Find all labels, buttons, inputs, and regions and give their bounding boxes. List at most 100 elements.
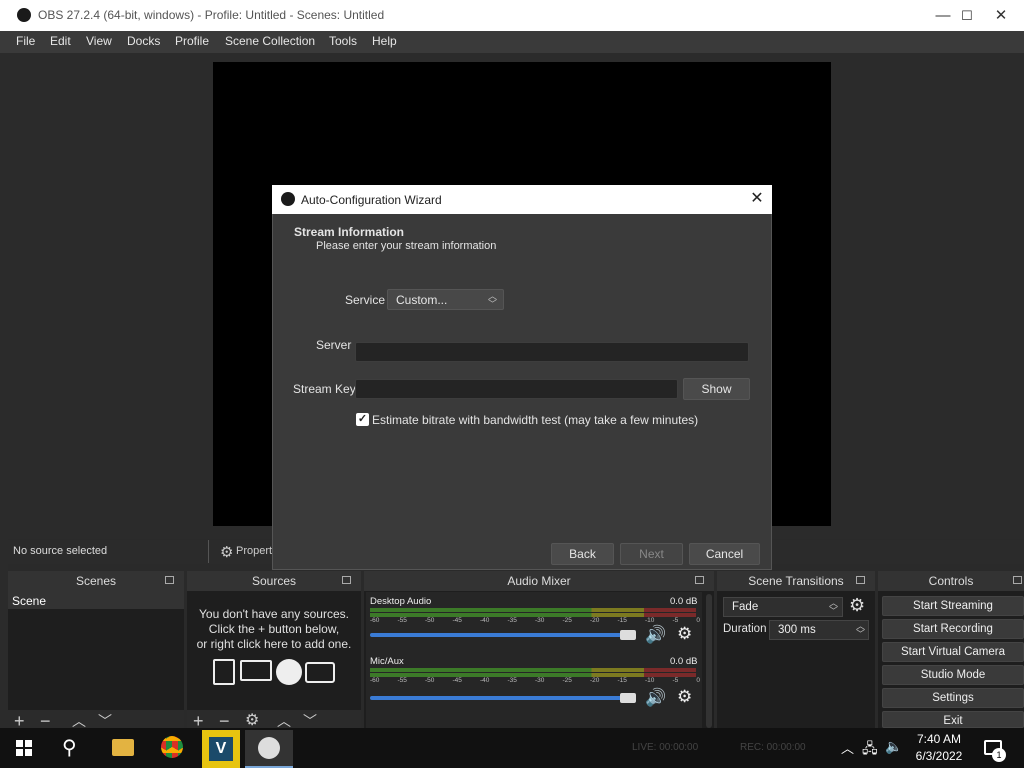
display-icon xyxy=(240,660,272,681)
scenes-header: Scenes xyxy=(8,571,184,591)
menu-view[interactable]: View xyxy=(86,34,112,48)
stream-key-input[interactable] xyxy=(355,379,678,399)
notification-badge: 1 xyxy=(992,748,1006,762)
volume-slider-knob[interactable] xyxy=(620,693,636,703)
source-type-icons xyxy=(213,659,338,687)
menu-scene-collection[interactable]: Scene Collection xyxy=(225,34,315,48)
clock-date: 6/3/2022 xyxy=(915,749,963,763)
start-streaming-button[interactable]: Start Streaming xyxy=(882,596,1024,616)
live-status: LIVE: 00:00:00 xyxy=(632,742,699,753)
empty-hint-line: Click the + button below, xyxy=(208,622,340,636)
dialog-heading: Stream Information xyxy=(294,225,405,239)
taskbar-obs[interactable] xyxy=(245,730,293,768)
service-label: Service xyxy=(345,293,386,307)
empty-hint-line: or right click here to add one. xyxy=(196,637,352,651)
exit-button[interactable]: Exit xyxy=(882,711,1024,728)
gear-icon[interactable]: ⚙ xyxy=(677,624,692,644)
chrome-icon[interactable] xyxy=(161,736,183,758)
server-input[interactable] xyxy=(355,342,749,362)
menu-profile[interactable]: Profile xyxy=(175,34,209,48)
meter-scale: -60 -55 -50 -45 -40 -35 -30 -25 -20 -15 -10 -5 0 xyxy=(370,677,700,684)
mixer-channels: Desktop Audio 0.0 dB -60 -55 -50 -45 -40 -35-… xyxy=(366,592,702,730)
scene-list-item[interactable]: Scene xyxy=(8,591,184,609)
duration-label: Duration xyxy=(723,623,767,635)
gear-icon: ⚙ xyxy=(220,544,234,561)
float-icon[interactable] xyxy=(695,576,704,584)
chevron-updown-icon: ︿ ﹀ xyxy=(488,291,498,309)
close-button[interactable]: ✕ xyxy=(978,0,1024,31)
gear-icon[interactable]: ⚙ xyxy=(677,687,692,707)
service-select-value: Custom... xyxy=(396,293,448,307)
bandwidth-test-label: Estimate bitrate with bandwidth test (ma… xyxy=(372,413,699,427)
rec-status: REC: 00:00:00 xyxy=(740,742,806,753)
meter-scale: -60 -55 -50 -45 -40 -35 -30 -25 -20 -15 -10 -5 0 xyxy=(370,617,700,624)
float-icon[interactable] xyxy=(1013,576,1022,584)
channel-db: 0.0 dB xyxy=(670,656,698,667)
start-recording-button[interactable]: Start Recording xyxy=(882,619,1024,639)
duration-spinbox[interactable]: 300 ms xyxy=(769,620,869,640)
volume-meter xyxy=(370,668,696,672)
chevron-updown-icon: ︿ ﹀ xyxy=(856,621,866,639)
image-icon xyxy=(213,659,235,685)
properties-label: Propert xyxy=(236,545,273,557)
dialog-subheading: Please enter your stream information xyxy=(316,240,497,252)
float-icon[interactable] xyxy=(165,576,174,584)
cancel-button[interactable]: Cancel xyxy=(689,543,760,565)
v-app-icon: V xyxy=(209,737,233,761)
dialog-titlebar: Auto-Configuration Wizard xyxy=(272,185,772,214)
menu-help[interactable]: Help xyxy=(372,34,397,48)
transition-select[interactable]: Fade xyxy=(723,597,843,617)
start-virtual-camera-button[interactable]: Start Virtual Camera xyxy=(882,642,1024,662)
sources-dock: Sources xyxy=(187,571,361,733)
menu-tools[interactable]: Tools xyxy=(329,34,357,48)
windows-start-icon[interactable] xyxy=(16,740,32,756)
dialog-close-icon[interactable]: ✕ xyxy=(748,190,766,208)
volume-meter xyxy=(370,608,696,612)
no-source-label: No source selected xyxy=(13,545,108,557)
search-icon[interactable]: ⚲ xyxy=(62,735,77,760)
dialog-title: Auto-Configuration Wizard xyxy=(301,193,442,207)
back-button[interactable]: Back xyxy=(551,543,614,565)
taskbar-clock[interactable]: 7:40 AM 6/3/2022 xyxy=(906,731,972,765)
volume-slider[interactable] xyxy=(370,696,632,700)
window-title: OBS 27.2.4 (64-bit, windows) - Profile: … xyxy=(38,8,385,22)
settings-button[interactable]: Settings xyxy=(882,688,1024,708)
volume-slider-knob[interactable] xyxy=(620,630,636,640)
taskbar-app-v[interactable]: V xyxy=(202,730,240,768)
speaker-icon[interactable]: 🔊 xyxy=(645,688,666,708)
empty-hint-line: You don't have any sources. xyxy=(199,607,349,621)
transitions-header: Scene Transitions xyxy=(717,571,875,591)
camera-icon xyxy=(305,662,335,683)
speaker-icon[interactable]: 🔊 xyxy=(645,625,666,645)
service-select[interactable]: Custom... xyxy=(387,289,504,310)
float-icon[interactable] xyxy=(856,576,865,584)
controls-header: Controls xyxy=(878,571,1024,591)
menu-edit[interactable]: Edit xyxy=(50,34,71,48)
gear-icon[interactable]: ⚙ xyxy=(849,595,865,616)
network-icon[interactable]: 🖧 xyxy=(862,738,878,762)
obs-logo-icon xyxy=(281,192,295,206)
file-explorer-icon[interactable] xyxy=(112,739,134,756)
channel-name: Mic/Aux xyxy=(370,656,404,667)
window-titlebar: OBS 27.2.4 (64-bit, windows) - Profile: … xyxy=(0,0,1024,31)
transition-select-value: Fade xyxy=(732,601,759,613)
volume-icon[interactable]: 🔈 xyxy=(885,738,902,755)
sources-header: Sources xyxy=(187,571,361,591)
show-key-button[interactable]: Show xyxy=(683,378,750,400)
float-icon[interactable] xyxy=(342,576,351,584)
duration-value: 300 ms xyxy=(778,624,816,636)
channel-name: Desktop Audio xyxy=(370,596,432,607)
menu-bar: File Edit View Docks Profile Scene Colle… xyxy=(0,31,1024,53)
menu-docks[interactable]: Docks xyxy=(127,34,160,48)
sources-empty-hint: You don't have any sources. Click the + … xyxy=(187,607,361,652)
volume-slider[interactable] xyxy=(370,633,632,637)
mixer-scrollbar[interactable] xyxy=(706,594,712,728)
bandwidth-test-checkbox[interactable]: ✓ xyxy=(356,413,369,426)
obs-logo-icon xyxy=(17,8,31,22)
studio-mode-button[interactable]: Studio Mode xyxy=(882,665,1024,685)
menu-file[interactable]: File xyxy=(16,34,35,48)
next-button[interactable]: Next xyxy=(620,543,683,565)
tray-chevron-icon[interactable]: ︿ xyxy=(841,738,854,757)
mixer-header: Audio Mixer xyxy=(364,571,714,591)
server-label: Server xyxy=(316,338,352,352)
